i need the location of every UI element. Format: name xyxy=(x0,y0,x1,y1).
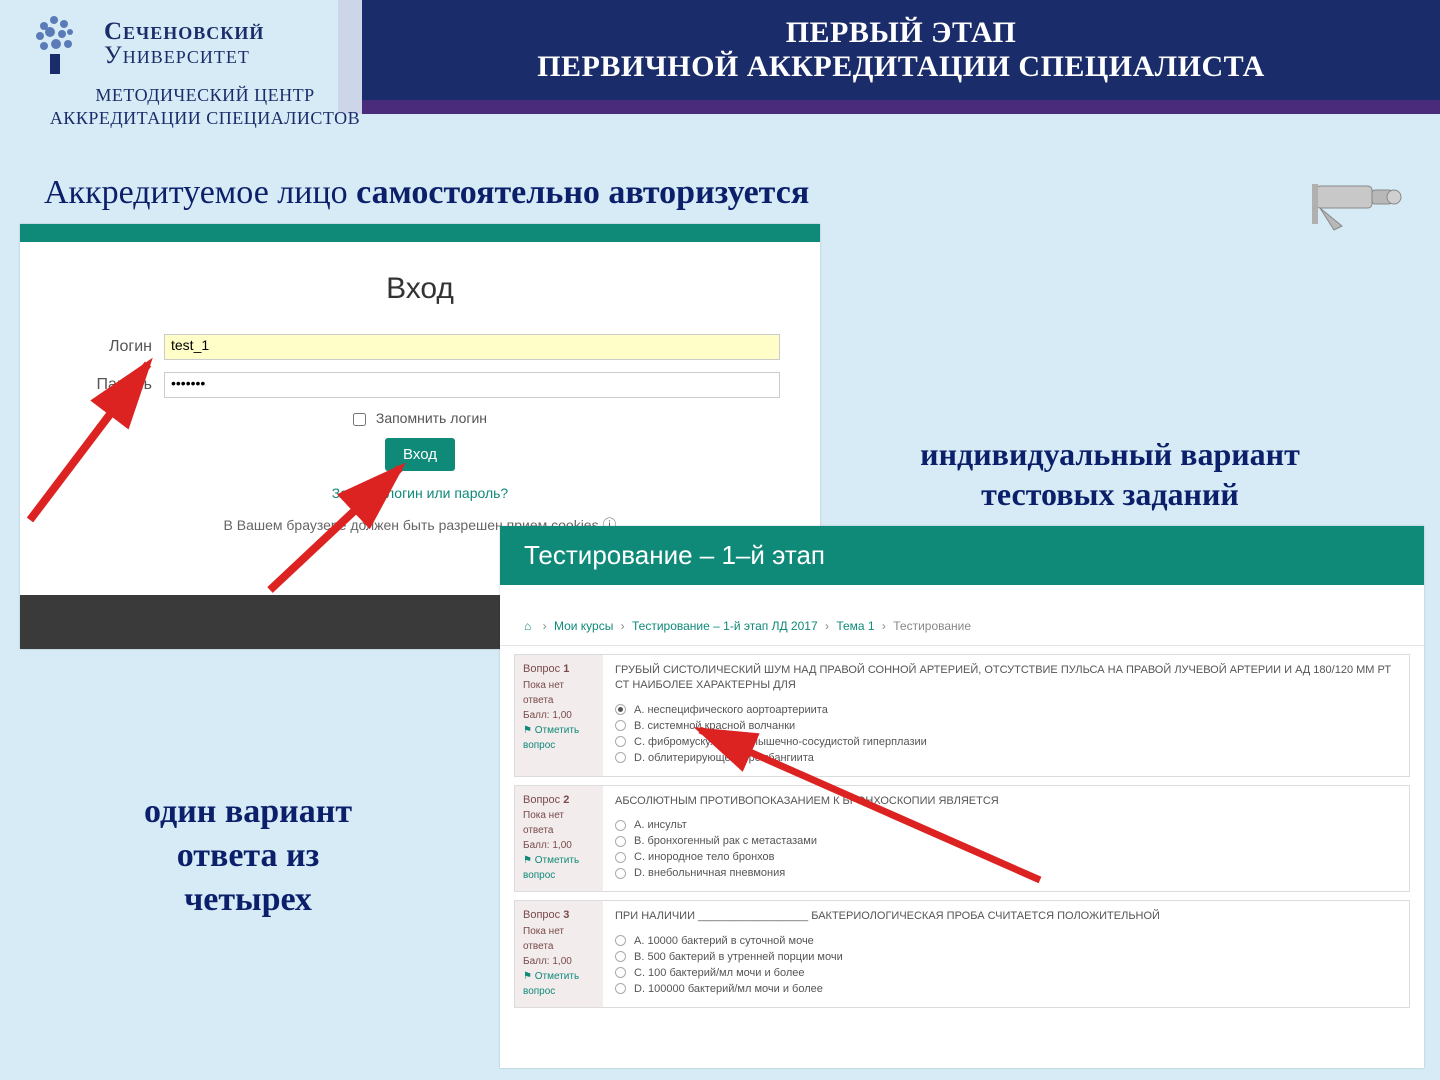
radio-icon[interactable] xyxy=(615,752,626,763)
login-top-bar xyxy=(20,224,820,242)
answer-option[interactable]: B. 500 бактерий в утренней порции мочи xyxy=(615,951,1397,963)
answer-option[interactable]: C. 100 бактерий/мл мочи и более xyxy=(615,967,1397,979)
answer-option[interactable]: B. бронхогенный рак с метастазами xyxy=(615,835,1397,847)
answer-option[interactable]: A. инсульт xyxy=(615,819,1397,831)
answer-text: C. инородное тело бронхов xyxy=(634,851,775,863)
login-label: Логин xyxy=(60,338,152,356)
password-input[interactable]: ••••••• xyxy=(164,372,780,398)
answer-text: A. неспецифического аортоартериита xyxy=(634,704,828,716)
question-text: АБСОЛЮТНЫМ ПРОТИВОПОКАЗАНИЕМ К БРОНХОСКО… xyxy=(615,794,1397,809)
answer-option[interactable]: C. фибромускулярной мышечно-сосудистой г… xyxy=(615,736,1397,748)
home-icon[interactable]: ⌂ xyxy=(524,619,531,633)
login-heading: Вход xyxy=(60,272,780,306)
question-sidebar: Вопрос 3Пока нет ответаБалл: 1,00⚑ Отмет… xyxy=(515,901,603,1006)
radio-icon[interactable] xyxy=(615,967,626,978)
password-label: Пароль xyxy=(60,376,152,394)
answer-text: A. инсульт xyxy=(634,819,687,831)
header-area: ПЕРВЫЙ ЭТАП ПЕРВИЧНОЙ АККРЕДИТАЦИИ СПЕЦИ… xyxy=(0,0,1440,160)
answer-option[interactable]: B. системной красной волчанки xyxy=(615,720,1397,732)
answer-option[interactable]: D. 100000 бактерий/мл мочи и более xyxy=(615,983,1397,995)
logo-line-2: Университет xyxy=(104,42,264,70)
radio-icon[interactable] xyxy=(615,720,626,731)
answer-option[interactable]: D. облитерирующего тромбангиита xyxy=(615,752,1397,764)
radio-icon[interactable] xyxy=(615,820,626,831)
radio-icon[interactable] xyxy=(615,704,626,715)
question-block: Вопрос 3Пока нет ответаБалл: 1,00⚑ Отмет… xyxy=(514,900,1410,1007)
breadcrumb-item[interactable]: Тестирование – 1-й этап ЛД 2017 xyxy=(632,619,818,633)
logo-block: Сеченовский Университет МЕТОДИЧЕСКИЙ ЦЕН… xyxy=(20,8,390,129)
answer-text: D. внебольничная пневмония xyxy=(634,867,785,879)
title-line-1: ПЕРВЫЙ ЭТАП xyxy=(786,16,1017,50)
answer-text: A. 10000 бактерий в суточной моче xyxy=(634,935,814,947)
question-sidebar: Вопрос 1Пока нет ответаБалл: 1,00⚑ Отмет… xyxy=(515,655,603,776)
callout-one-of-four: один вариант ответа из четырех xyxy=(68,790,428,923)
remember-row: Запомнить логин xyxy=(60,410,780,426)
radio-icon[interactable] xyxy=(615,983,626,994)
questions-container: Вопрос 1Пока нет ответаБалл: 1,00⚑ Отмет… xyxy=(500,654,1424,1008)
radio-icon[interactable] xyxy=(615,852,626,863)
remember-checkbox[interactable] xyxy=(353,413,366,426)
answer-text: D. облитерирующего тромбангиита xyxy=(634,752,814,764)
forgot-link[interactable]: Забыли логин или пароль? xyxy=(60,485,780,501)
test-header: Тестирование – 1–й этап xyxy=(500,526,1424,585)
question-text: ГРУБЫЙ СИСТОЛИЧЕСКИЙ ШУМ НАД ПРАВОЙ СОНН… xyxy=(615,663,1397,694)
question-body: ПРИ НАЛИЧИИ __________________ БАКТЕРИОЛ… xyxy=(603,901,1409,1006)
test-screenshot: Тестирование – 1–й этап ⌂ › Мои курсы › … xyxy=(500,526,1424,1068)
slide-subtitle: Аккредитуемое лицо самостоятельно автори… xyxy=(44,174,809,212)
answer-option[interactable]: D. внебольничная пневмония xyxy=(615,867,1397,879)
login-input[interactable]: test_1 xyxy=(164,334,780,360)
answer-option[interactable]: A. неспецифического аортоартериита xyxy=(615,704,1397,716)
answer-text: B. системной красной волчанки xyxy=(634,720,795,732)
university-logo-icon xyxy=(20,8,92,80)
breadcrumb-current: Тестирование xyxy=(893,619,971,633)
answer-text: C. фибромускулярной мышечно-сосудистой г… xyxy=(634,736,927,748)
answer-option[interactable]: C. инородное тело бронхов xyxy=(615,851,1397,863)
title-stripe xyxy=(362,100,1440,114)
radio-icon[interactable] xyxy=(615,935,626,946)
breadcrumb-item[interactable]: Тема 1 xyxy=(836,619,874,633)
answer-text: B. 500 бактерий в утренней порции мочи xyxy=(634,951,843,963)
callout-individual-variant: индивидуальный вариант тестовых заданий xyxy=(840,434,1380,514)
logo-text: Сеченовский Университет xyxy=(104,18,264,70)
slide-title-bar: ПЕРВЫЙ ЭТАП ПЕРВИЧНОЙ АККРЕДИТАЦИИ СПЕЦИ… xyxy=(362,0,1440,100)
radio-icon[interactable] xyxy=(615,868,626,879)
question-block: Вопрос 2Пока нет ответаБалл: 1,00⚑ Отмет… xyxy=(514,785,1410,892)
login-button[interactable]: Вход xyxy=(385,438,455,471)
radio-icon[interactable] xyxy=(615,836,626,847)
question-body: АБСОЛЮТНЫМ ПРОТИВОПОКАЗАНИЕМ К БРОНХОСКО… xyxy=(603,786,1409,891)
breadcrumb: ⌂ › Мои курсы › Тестирование – 1-й этап … xyxy=(500,585,1424,646)
radio-icon[interactable] xyxy=(615,736,626,747)
answer-text: B. бронхогенный рак с метастазами xyxy=(634,835,817,847)
question-text: ПРИ НАЛИЧИИ __________________ БАКТЕРИОЛ… xyxy=(615,909,1397,924)
question-block: Вопрос 1Пока нет ответаБалл: 1,00⚑ Отмет… xyxy=(514,654,1410,777)
logo-subtitle: МЕТОДИЧЕСКИЙ ЦЕНТР АККРЕДИТАЦИИ СПЕЦИАЛИ… xyxy=(20,84,390,129)
radio-icon[interactable] xyxy=(615,951,626,962)
question-body: ГРУБЫЙ СИСТОЛИЧЕСКИЙ ШУМ НАД ПРАВОЙ СОНН… xyxy=(603,655,1409,776)
answer-option[interactable]: A. 10000 бактерий в суточной моче xyxy=(615,935,1397,947)
title-line-2: ПЕРВИЧНОЙ АККРЕДИТАЦИИ СПЕЦИАЛИСТА xyxy=(537,50,1265,84)
remember-label: Запомнить логин xyxy=(376,410,487,426)
login-field-row: Логин test_1 xyxy=(60,334,780,360)
surveillance-camera-icon xyxy=(1312,168,1404,240)
breadcrumb-item[interactable]: Мои курсы xyxy=(554,619,613,633)
answer-text: C. 100 бактерий/мл мочи и более xyxy=(634,967,805,979)
password-field-row: Пароль ••••••• xyxy=(60,372,780,398)
answer-text: D. 100000 бактерий/мл мочи и более xyxy=(634,983,823,995)
question-sidebar: Вопрос 2Пока нет ответаБалл: 1,00⚑ Отмет… xyxy=(515,786,603,891)
